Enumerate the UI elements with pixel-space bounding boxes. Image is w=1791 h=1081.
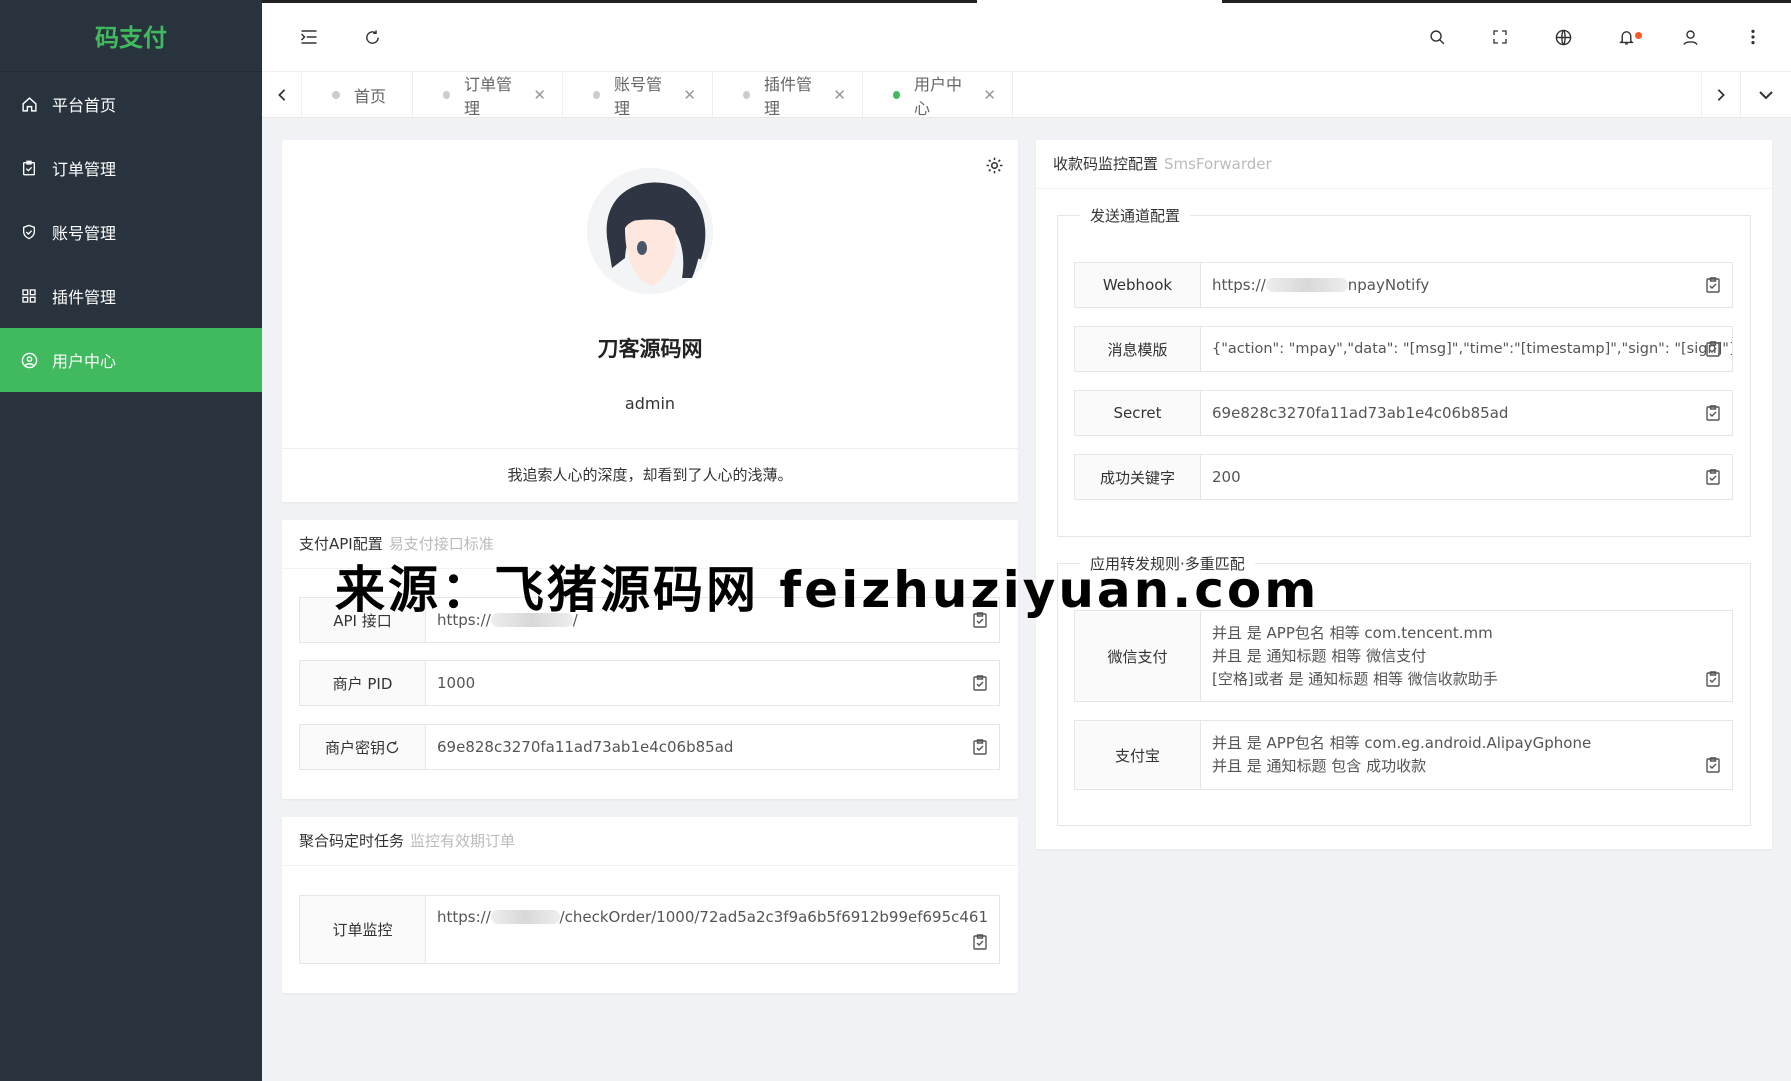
card-header: 收款码监控配置 SmsForwarder — [1036, 140, 1772, 189]
tab-home[interactable]: 首页 — [302, 72, 413, 118]
clipboard-icon[interactable] — [973, 675, 987, 691]
clipboard-icon[interactable] — [1706, 341, 1720, 357]
sidebar-item-label: 插件管理 — [52, 288, 117, 307]
search-icon[interactable] — [1427, 27, 1447, 47]
profile-card: 刀客源码网 admin 我追索人心的深度，却看到了人心的浅薄。 — [282, 140, 1018, 502]
brand-logo[interactable]: 码支付 — [0, 0, 262, 72]
chevron-right-icon — [1717, 89, 1725, 101]
secret-row: Secret 69e828c3270fa11ad73ab1e4c06b85ad — [1074, 390, 1733, 436]
profile-name: 刀客源码网 — [597, 337, 703, 361]
tab-bar: 首页 订单管理 ✕ 账号管理 ✕ 插件管理 ✕ 用户中心 ✕ — [262, 72, 1791, 118]
tab-menu-button[interactable] — [1741, 72, 1791, 118]
top-header — [262, 0, 1791, 72]
monitor-config-card: 收款码监控配置 SmsForwarder 发送通道配置 Webhook https… — [1036, 140, 1772, 849]
profile-motto: 我追索人心的深度，却看到了人心的浅薄。 — [507, 466, 793, 484]
sidebar-item-label: 用户中心 — [52, 352, 117, 371]
close-icon[interactable]: ✕ — [533, 86, 546, 104]
merchant-pid-row: 商户 PID 1000 — [299, 660, 1000, 706]
tab-scroll-left-button[interactable] — [262, 72, 302, 118]
wechat-rule-row: 微信支付 并且 是 APP包名 相等 com.tencent.mm 并且 是 通… — [1074, 610, 1733, 702]
clipboard-icon[interactable] — [1706, 757, 1720, 773]
message-template-field[interactable]: {"action": "mpay","data": "[msg]","time"… — [1201, 327, 1732, 371]
close-icon[interactable]: ✕ — [983, 86, 996, 104]
sidebar-item-label: 平台首页 — [52, 96, 117, 115]
webhook-field[interactable]: https://npayNotify — [1201, 263, 1732, 307]
profile-username: admin — [624, 394, 676, 413]
webhook-row: Webhook https://npayNotify — [1074, 262, 1733, 308]
cron-card: 聚合码定时任务 监控有效期订单 订单监控 https:///checkOrder/… — [282, 817, 1018, 993]
redacted-text — [490, 910, 560, 924]
close-icon[interactable]: ✕ — [683, 86, 696, 104]
user-circle-icon — [20, 351, 38, 369]
clipboard-icon[interactable] — [973, 739, 987, 755]
close-icon[interactable]: ✕ — [833, 86, 846, 104]
tab-dot — [893, 91, 900, 99]
clipboard-check-icon — [20, 159, 38, 177]
sidebar-item-label: 订单管理 — [52, 160, 117, 179]
merchant-pid-field[interactable]: 1000 — [426, 661, 999, 705]
card-header: 聚合码定时任务 监控有效期订单 — [282, 817, 1018, 866]
order-monitor-row: 订单监控 https:///checkOrder/1000/72ad5a2c3f… — [299, 895, 1000, 964]
avatar[interactable] — [587, 168, 713, 294]
chevron-left-icon — [277, 89, 285, 101]
chevron-down-icon — [1759, 91, 1773, 100]
wechat-rule-field[interactable]: 并且 是 APP包名 相等 com.tencent.mm 并且 是 通知标题 相… — [1201, 611, 1732, 701]
home-icon — [20, 95, 38, 113]
notification-badge — [1635, 32, 1642, 39]
sidebar-item-plugins[interactable]: 插件管理 — [0, 264, 262, 328]
tab-user-center[interactable]: 用户中心 ✕ — [863, 72, 1013, 118]
sidebar-item-orders[interactable]: 订单管理 — [0, 136, 262, 200]
sidebar-item-user-center[interactable]: 用户中心 — [0, 328, 262, 392]
shield-check-icon — [20, 223, 38, 241]
tab-dot — [593, 91, 600, 99]
clipboard-icon[interactable] — [1706, 277, 1720, 293]
bell-icon[interactable] — [1616, 27, 1636, 47]
user-icon[interactable] — [1680, 27, 1700, 47]
tab-dot — [332, 91, 340, 99]
tab-orders[interactable]: 订单管理 ✕ — [413, 72, 563, 118]
tab-accounts[interactable]: 账号管理 ✕ — [563, 72, 713, 118]
watermark-text: 来源：飞猪源码网 feizhuziyuan.com — [335, 561, 1320, 619]
clipboard-icon[interactable] — [973, 934, 987, 950]
success-keyword-field[interactable]: 200 — [1201, 455, 1732, 499]
clipboard-icon[interactable] — [1706, 469, 1720, 485]
tab-scroll-right-button[interactable] — [1701, 72, 1741, 118]
loading-bar — [262, 0, 977, 3]
tab-dot — [443, 91, 450, 99]
globe-icon[interactable] — [1553, 27, 1573, 47]
redacted-text — [1265, 278, 1348, 292]
refresh-icon[interactable] — [362, 27, 382, 47]
tab-dot — [743, 91, 750, 99]
sidebar-item-label: 账号管理 — [52, 224, 117, 243]
clipboard-icon[interactable] — [1706, 405, 1720, 421]
loading-bar — [1222, 0, 1791, 3]
menu-fold-icon[interactable] — [299, 27, 319, 47]
sidebar-item-home[interactable]: 平台首页 — [0, 72, 262, 136]
refresh-key-icon[interactable] — [385, 740, 400, 755]
fullscreen-icon[interactable] — [1490, 27, 1510, 47]
tab-plugins[interactable]: 插件管理 ✕ — [713, 72, 863, 118]
more-vertical-icon[interactable] — [1743, 27, 1763, 47]
alipay-rule-row: 支付宝 并且 是 APP包名 相等 com.eg.android.AlipayG… — [1074, 720, 1733, 790]
success-keyword-row: 成功关键字 200 — [1074, 454, 1733, 500]
clipboard-icon[interactable] — [1706, 671, 1720, 687]
merchant-key-field[interactable]: 69e828c3270fa11ad73ab1e4c06b85ad — [426, 725, 999, 769]
grid-icon — [20, 287, 38, 305]
merchant-key-row: 商户密钥 69e828c3270fa11ad73ab1e4c06b85ad — [299, 724, 1000, 770]
settings-icon[interactable] — [985, 156, 1004, 179]
alipay-rule-field[interactable]: 并且 是 APP包名 相等 com.eg.android.AlipayGphon… — [1201, 721, 1732, 789]
message-template-row: 消息模版 {"action": "mpay","data": "[msg]","… — [1074, 326, 1733, 372]
sidebar: 码支付 平台首页 订单管理 账号管理 插件管理 用户中心 — [0, 0, 262, 1081]
secret-field[interactable]: 69e828c3270fa11ad73ab1e4c06b85ad — [1201, 391, 1732, 435]
order-monitor-field[interactable]: https:///checkOrder/1000/72ad5a2c3f9a6b5… — [426, 896, 999, 963]
sidebar-item-accounts[interactable]: 账号管理 — [0, 200, 262, 264]
